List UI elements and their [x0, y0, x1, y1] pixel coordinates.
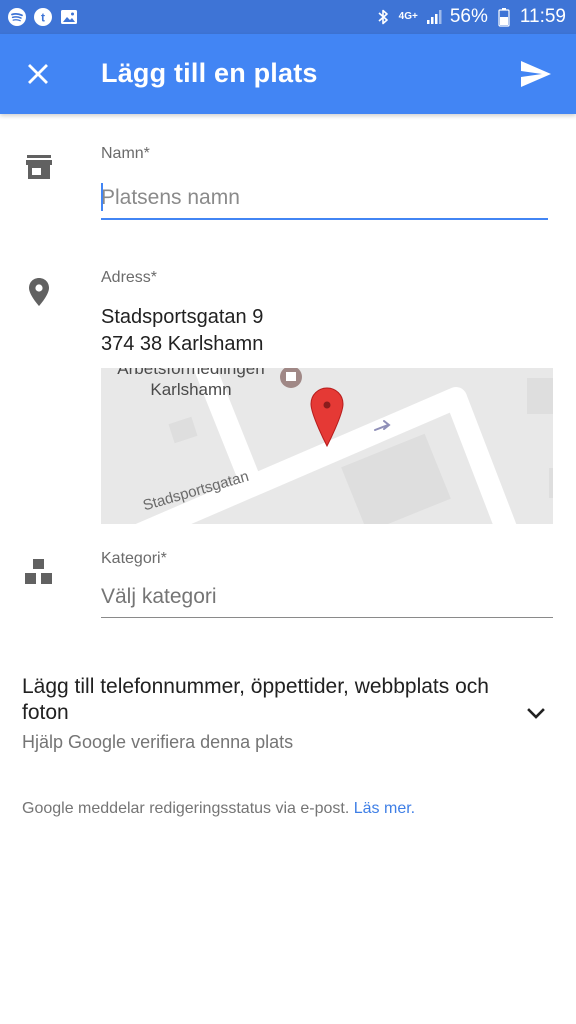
- name-label: Namn*: [101, 145, 150, 162]
- learn-more-link[interactable]: Läs mer.: [354, 800, 415, 817]
- category-label: Kategori*: [101, 550, 167, 567]
- store-icon: [22, 150, 56, 184]
- more-details-title: Lägg till telefonnummer, öppettider, web…: [22, 675, 489, 724]
- more-details-subtitle: Hjälp Google verifiera denna plats: [22, 732, 294, 752]
- status-bar: t 4G+ 56% 11:59: [0, 0, 576, 34]
- send-button[interactable]: [514, 54, 558, 94]
- bluetooth-icon: [374, 8, 392, 26]
- map-poi-label-line-1: Arbetsförmedlingen: [117, 368, 265, 378]
- system-status: 4G+ 56% 11:59: [374, 6, 566, 28]
- signal-icon: [425, 8, 443, 26]
- map-poi-label-line-2: Karlshamn: [150, 380, 232, 399]
- address-value[interactable]: Stadsportsgatan 9 374 38 Karlshamn: [101, 304, 263, 358]
- close-icon: [28, 64, 48, 84]
- page-title: Lägg till en plats: [101, 58, 318, 88]
- category-underline: [101, 617, 553, 618]
- app-bar: Lägg till en plats: [0, 34, 576, 114]
- address-line-1: Stadsportsgatan 9: [101, 306, 264, 328]
- name-underline: [101, 218, 548, 220]
- category-icon: [22, 555, 56, 589]
- map-preview[interactable]: Arbetsförmedlingen Karlshamn Stadsportsg…: [101, 368, 553, 524]
- text-cursor: [101, 183, 103, 211]
- location-pin-icon: [22, 275, 56, 309]
- svg-text:t: t: [41, 11, 45, 25]
- tumblr-icon: t: [34, 8, 52, 26]
- footer-note-text: Google meddelar redigeringsstatus via e-…: [22, 800, 350, 817]
- image-icon: [60, 8, 78, 26]
- name-input[interactable]: [101, 180, 548, 216]
- map-poi-label: Arbetsförmedlingen Karlshamn: [101, 368, 281, 400]
- category-select[interactable]: Välj kategori: [101, 585, 217, 609]
- clock: 11:59: [519, 6, 566, 27]
- spotify-icon: [8, 8, 26, 26]
- address-label: Adress*: [101, 269, 158, 286]
- footer-note: Google meddelar redigeringsstatus via e-…: [22, 800, 415, 818]
- notification-icons: t: [8, 8, 78, 26]
- send-icon: [521, 61, 551, 87]
- close-button[interactable]: [18, 54, 58, 94]
- network-type: 4G+: [398, 11, 418, 22]
- address-line-2: 374 38 Karlshamn: [101, 333, 264, 355]
- battery-percent: 56%: [449, 6, 488, 27]
- more-details-expander[interactable]: Lägg till telefonnummer, öppettider, web…: [0, 664, 576, 760]
- chevron-down-icon: [522, 700, 550, 728]
- battery-icon: [495, 8, 513, 27]
